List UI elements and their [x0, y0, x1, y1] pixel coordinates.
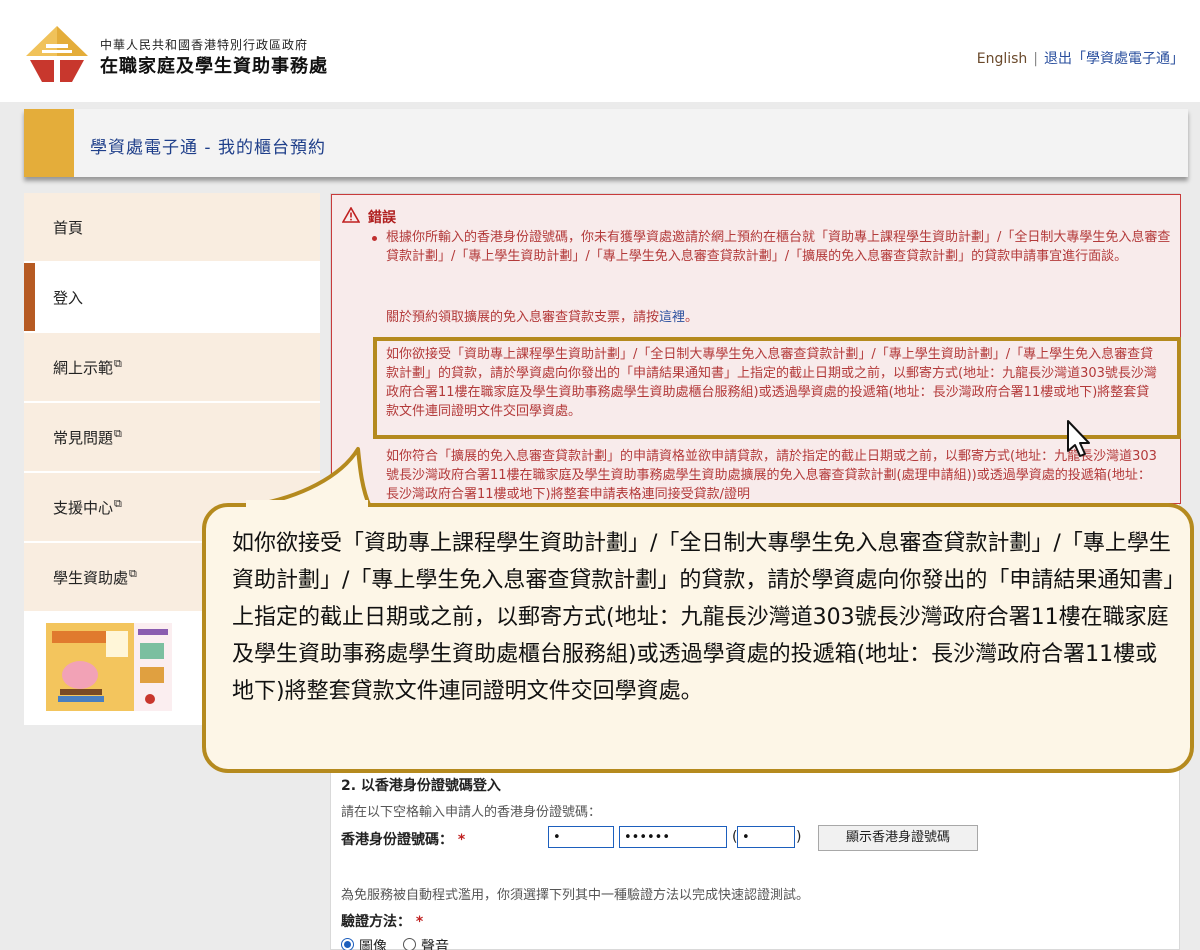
verify-image-label[interactable]: 圖像 — [359, 936, 387, 950]
verify-method-label: 驗證方法： * — [341, 911, 423, 931]
callout-tail-mask — [246, 500, 368, 510]
captcha-note: 為免服務被自動程式濫用，你須選擇下列其中一種驗證方法以完成快速認證測試。 — [341, 888, 810, 903]
required-mark: * — [457, 832, 466, 848]
department-name: 在職家庭及學生資助事務處 — [100, 56, 328, 77]
here-link[interactable]: 這裡 — [659, 310, 685, 325]
hkid-label: 香港身份證號碼： * — [341, 829, 465, 849]
logout-link[interactable]: 退出「學資處電子通」 — [1044, 51, 1184, 67]
login-hint: 請在以下空格輸入申請人的香港身份證號碼： — [341, 805, 602, 820]
hkid-check-digit-input[interactable] — [737, 826, 795, 848]
error-message-2: 關於預約領取擴展的免入息審查貸款支票，請按這裡。 — [386, 308, 1176, 327]
error-title: 錯誤 — [368, 210, 396, 226]
cheque-note-end: 。 — [685, 310, 699, 325]
hkid-number-input[interactable] — [619, 826, 727, 848]
sidebar-item-label: 首頁 — [53, 219, 84, 237]
hkid-label-text: 香港身份證號碼： — [341, 832, 453, 848]
external-link-icon: ⧉ — [114, 497, 122, 510]
external-link-icon: ⧉ — [114, 357, 122, 370]
error-message-4: 如你符合「擴展的免入息審查貸款計劃」的申請資格並欲申請貸款，請於指定的截止日期或… — [386, 449, 1157, 502]
verify-audio-radio[interactable] — [403, 938, 416, 950]
verify-image-radio[interactable] — [341, 938, 354, 950]
hkid-prefix-input[interactable] — [548, 826, 614, 848]
wfsfaa-logo-icon[interactable] — [24, 24, 90, 84]
sidebar-item-label: 學生資助處 — [53, 569, 129, 587]
title-accent — [24, 109, 74, 177]
sidebar-item-login[interactable]: 登入 — [24, 263, 320, 331]
sidebar-item-label: 網上示範 — [53, 359, 114, 377]
show-hkid-button[interactable]: 顯示香港身證號碼 — [818, 825, 978, 851]
check-digit-close-paren: ) — [796, 829, 802, 845]
callout-text: 如你欲接受「資助專上課程學生資助計劃」/「全日制大專學生免入息審查貸款計劃」/「… — [232, 531, 1175, 704]
callout-box: 如你欲接受「資助專上課程學生資助計劃」/「全日制大專學生免入息審查貸款計劃」/「… — [202, 503, 1194, 773]
verify-audio-label[interactable]: 聲音 — [421, 936, 449, 950]
top-links: English | 退出「學資處電子通」 — [977, 48, 1184, 68]
sidebar-item-label: 支援中心 — [53, 499, 114, 517]
sidebar-item-online-demo[interactable]: 網上示範⧉ — [24, 333, 320, 401]
error-message-1: 根據你所輸入的香港身份證號碼，你未有獲學資處邀請於網上預約在櫃台就「資助專上課程… — [386, 230, 1171, 264]
site-header: 中華人民共和國香港特別行政區政府 在職家庭及學生資助事務處 English | 退出… — [0, 0, 1200, 102]
banner-illustration-icon — [46, 623, 172, 711]
cheque-note: 關於預約領取擴展的免入息審查貸款支票，請按 — [386, 310, 660, 325]
page-title: 學資處電子通 - 我的櫃台預約 — [90, 138, 326, 158]
external-link-icon: ⧉ — [129, 567, 137, 580]
english-link[interactable]: English — [977, 51, 1028, 67]
title-bar: 學資處電子通 - 我的櫃台預約 — [24, 109, 1188, 177]
error-bullet — [372, 236, 377, 241]
highlight-frame — [373, 337, 1181, 439]
sidebar-item-label: 常見問題 — [53, 429, 114, 447]
sidebar-item-label: 登入 — [53, 289, 84, 307]
mouse-cursor-icon — [1067, 420, 1090, 457]
login-section-title: 2. 以香港身份證號碼登入 — [341, 778, 501, 794]
required-mark: * — [415, 914, 424, 930]
promo-banner[interactable] — [46, 623, 172, 711]
verify-method-text: 驗證方法： — [341, 914, 411, 930]
error-box: 錯誤 根據你所輸入的香港身份證號碼，你未有獲學資處邀請於網上預約在櫃台就「資助專… — [331, 194, 1181, 504]
external-link-icon: ⧉ — [114, 427, 122, 440]
link-separator: | — [1033, 51, 1038, 67]
sidebar-item-home[interactable]: 首頁 — [24, 193, 320, 261]
warning-triangle-icon — [342, 207, 360, 223]
government-name: 中華人民共和國香港特別行政區政府 — [100, 38, 309, 52]
